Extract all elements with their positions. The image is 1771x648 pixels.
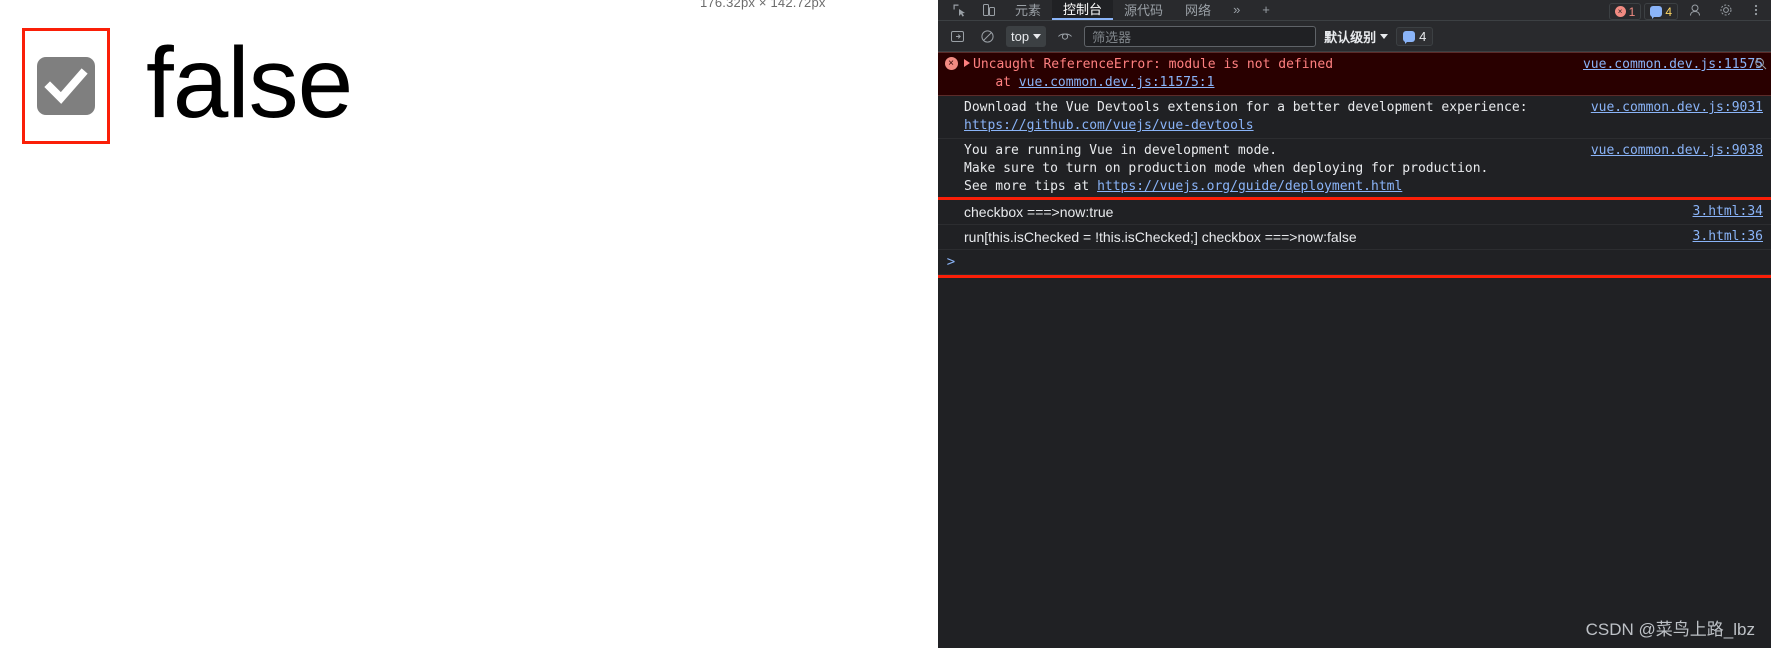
- expand-triangle-icon[interactable]: [964, 59, 970, 67]
- live-expression-icon[interactable]: [1054, 26, 1076, 46]
- tab-console[interactable]: 控制台: [1052, 0, 1114, 20]
- screenshot-root: 176.32px × 142.72px false 元素 控制台 源代码 网络 …: [0, 0, 1771, 648]
- chevron-down-icon: [1033, 33, 1042, 39]
- console-prompt-row[interactable]: >: [938, 250, 1771, 275]
- devmode-line-3-prefix: See more tips at: [964, 179, 1098, 194]
- checkbox-annotation-box: [22, 28, 110, 144]
- info-message-text: Download the Vue Devtools extension for …: [964, 100, 1528, 115]
- error-stack-link[interactable]: vue.common.dev.js:11575:1: [1019, 75, 1215, 90]
- message-gutter: [938, 228, 964, 229]
- message-text: You are running Vue in development mode.…: [964, 142, 1581, 196]
- error-icon: ×: [944, 57, 958, 70]
- error-stack-prefix: at: [964, 75, 1019, 90]
- message-gutter: [938, 203, 964, 204]
- message-source-link[interactable]: vue.common.dev.js:9031: [1591, 99, 1763, 117]
- log-level-value: 默认级别: [1324, 29, 1377, 45]
- message-source-link[interactable]: vue.common.dev.js:11575: [1583, 56, 1763, 74]
- message-bubble-icon: [1403, 30, 1416, 44]
- inspect-element-icon[interactable]: [944, 0, 974, 20]
- clear-console-icon[interactable]: [976, 26, 998, 46]
- prompt-chevron-icon: >: [946, 254, 956, 270]
- checkbox-input[interactable]: [37, 57, 95, 115]
- message-source-link[interactable]: 3.html:34: [1693, 203, 1763, 221]
- devtools-repo-link[interactable]: https://github.com/vuejs/vue-devtools: [964, 118, 1254, 133]
- message-text: run[this.isChecked = !this.isChecked;] c…: [964, 229, 1357, 245]
- console-message-list: × Uncaught ReferenceError: module is not…: [938, 52, 1771, 278]
- add-panel-button[interactable]: +: [1251, 0, 1281, 20]
- console-filter-input[interactable]: 筛选器: [1084, 25, 1317, 47]
- gear-icon[interactable]: [1711, 0, 1741, 20]
- console-message-log[interactable]: run[this.isChecked = !this.isChecked;] c…: [938, 225, 1771, 250]
- tab-overflow-button[interactable]: »: [1222, 0, 1251, 20]
- message-text: Uncaught ReferenceError: module is not d…: [964, 56, 1573, 92]
- execution-context-selector[interactable]: top: [1006, 25, 1047, 47]
- console-toolbar: top 筛选器 默认级别 4: [938, 21, 1771, 52]
- search-icon[interactable]: [1754, 57, 1767, 76]
- device-toolbar-icon[interactable]: [974, 0, 1004, 20]
- message-gutter: ×: [938, 56, 964, 70]
- console-issues-badge[interactable]: 4: [1396, 26, 1434, 46]
- checkbox-form-row: false: [22, 27, 353, 144]
- error-dot-icon: ×: [1614, 6, 1626, 17]
- devmode-line-2: Make sure to turn on production mode whe…: [964, 161, 1489, 176]
- checkmark-icon: [44, 68, 88, 104]
- message-gutter: [938, 142, 964, 143]
- message-text: checkbox ===>now:true: [964, 204, 1114, 220]
- message-bubble-icon: [1650, 6, 1663, 19]
- watermark-text: CSDN @菜鸟上路_lbz: [1585, 620, 1755, 639]
- console-message-error[interactable]: × Uncaught ReferenceError: module is not…: [938, 52, 1771, 96]
- error-count-badge[interactable]: × 1: [1608, 3, 1642, 20]
- warning-count-value: 4: [1665, 4, 1672, 19]
- console-message-devmode[interactable]: You are running Vue in development mode.…: [938, 139, 1771, 200]
- execution-context-value: top: [1011, 28, 1030, 44]
- console-message-info[interactable]: Download the Vue Devtools extension for …: [938, 96, 1771, 139]
- devtools-panel: 元素 控制台 源代码 网络 » + × 1 4 top 筛选器 默认级别 4 ×…: [938, 0, 1771, 648]
- deployment-guide-link[interactable]: https://vuejs.org/guide/deployment.html: [1097, 179, 1402, 194]
- chevron-down-icon: [1380, 33, 1389, 39]
- log-level-selector[interactable]: 默认级别: [1324, 27, 1389, 46]
- checkbox-value-label: false: [146, 27, 353, 139]
- error-count-value: 1: [1628, 4, 1636, 19]
- error-message-text: Uncaught ReferenceError: module is not d…: [973, 57, 1334, 72]
- tab-network[interactable]: 网络: [1174, 0, 1222, 20]
- page-viewport: 176.32px × 142.72px false: [0, 0, 938, 648]
- devtools-tabstrip: 元素 控制台 源代码 网络 » + × 1 4: [938, 0, 1771, 21]
- element-size-tooltip: 176.32px × 142.72px: [700, 0, 826, 10]
- console-sidebar-toggle-icon[interactable]: [946, 26, 968, 46]
- message-source-link[interactable]: 3.html:36: [1693, 228, 1763, 246]
- console-issues-count: 4: [1419, 28, 1427, 44]
- tab-elements[interactable]: 元素: [1004, 0, 1052, 20]
- console-message-log[interactable]: checkbox ===>now:true 3.html:34: [938, 200, 1771, 225]
- devtools-settings-user-icon[interactable]: [1681, 0, 1711, 20]
- tab-sources[interactable]: 源代码: [1113, 0, 1174, 20]
- message-text: Download the Vue Devtools extension for …: [964, 99, 1581, 135]
- message-source-link[interactable]: vue.common.dev.js:9038: [1591, 142, 1763, 160]
- warning-count-badge[interactable]: 4: [1644, 3, 1678, 20]
- devmode-line-1: You are running Vue in development mode.: [964, 143, 1278, 158]
- more-options-icon[interactable]: [1741, 0, 1771, 20]
- message-gutter: [938, 99, 964, 100]
